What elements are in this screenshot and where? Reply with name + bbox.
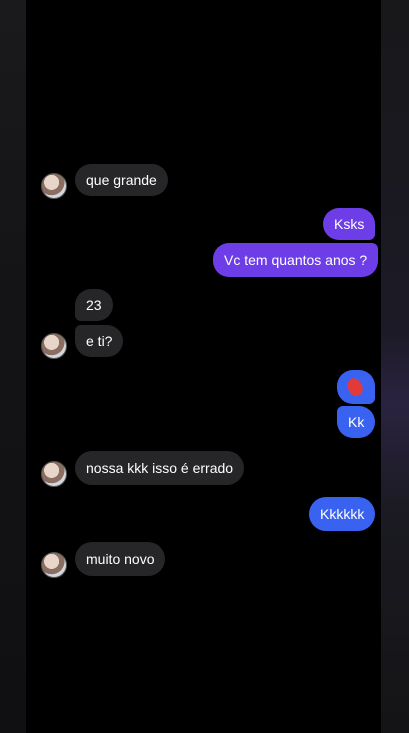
contact-avatar-icon[interactable] bbox=[41, 552, 67, 578]
outgoing-message[interactable]: Ksks bbox=[323, 208, 376, 240]
message-text: 23 bbox=[86, 297, 102, 313]
right-blur-margin bbox=[381, 0, 409, 733]
incoming-message[interactable]: muito novo bbox=[75, 542, 166, 576]
contact-avatar-icon[interactable] bbox=[41, 173, 67, 199]
message-text: Kk bbox=[348, 414, 365, 430]
message-text: muito novo bbox=[86, 551, 155, 567]
incoming-message[interactable]: que grande bbox=[75, 164, 168, 196]
chat-screen bbox=[26, 0, 381, 733]
outgoing-message[interactable]: Vc tem quantos anos ? bbox=[213, 243, 379, 277]
left-blur-margin bbox=[0, 0, 26, 733]
message-text: e ti? bbox=[86, 333, 113, 349]
heart-emoji-icon bbox=[344, 375, 366, 399]
contact-avatar-icon[interactable] bbox=[41, 333, 67, 359]
message-text: Kkkkkk bbox=[320, 506, 365, 522]
message-text: Ksks bbox=[334, 216, 365, 232]
message-text: Vc tem quantos anos ? bbox=[224, 252, 368, 268]
incoming-message[interactable]: 23 bbox=[75, 289, 113, 321]
contact-avatar-icon[interactable] bbox=[41, 461, 67, 487]
message-text: que grande bbox=[86, 172, 157, 188]
outgoing-emoji-message[interactable] bbox=[337, 370, 375, 404]
outgoing-message[interactable]: Kk bbox=[337, 406, 376, 438]
incoming-message[interactable]: nossa kkk isso é errado bbox=[75, 451, 245, 485]
message-text: nossa kkk isso é errado bbox=[86, 460, 234, 476]
outgoing-message[interactable]: Kkkkkk bbox=[309, 497, 376, 531]
incoming-message[interactable]: e ti? bbox=[75, 325, 124, 357]
